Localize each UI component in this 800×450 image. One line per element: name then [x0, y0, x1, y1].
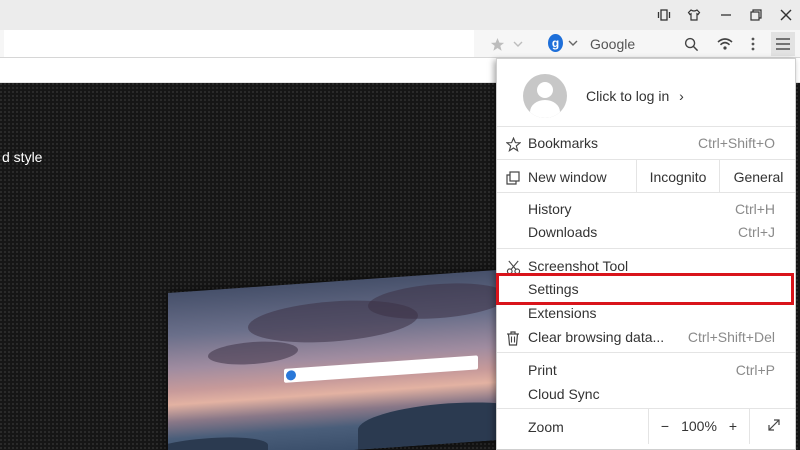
menu-item-label: Downloads	[528, 224, 598, 240]
incognito-button[interactable]: Incognito	[636, 160, 719, 193]
search-engine-logo: g	[548, 34, 563, 52]
menu-item-label: New window	[528, 169, 607, 185]
zoom-out-button[interactable]: −	[648, 408, 681, 444]
login-row[interactable]: Click to log in ›	[497, 59, 795, 127]
close-button[interactable]	[774, 4, 798, 26]
cloud-shape	[208, 338, 298, 368]
chevron-right-icon: ›	[679, 88, 684, 104]
zoom-level: 100%	[681, 418, 717, 434]
menu-hamburger-icon[interactable]	[771, 32, 795, 56]
window-row: New window Incognito General	[497, 160, 795, 193]
restore-button[interactable]	[744, 4, 768, 26]
fullscreen-button[interactable]	[749, 408, 797, 444]
new-window-icon	[504, 169, 522, 187]
zoom-label-row: Zoom	[497, 416, 647, 439]
menu-item-downloads[interactable]: Downloads Ctrl+J	[497, 221, 795, 244]
hill-shape	[168, 434, 268, 450]
chevron-down-icon[interactable]	[508, 34, 528, 54]
menu-divider	[497, 248, 795, 249]
menu-item-shortcut: Ctrl+H	[734, 201, 775, 217]
menu-item-extensions[interactable]: Extensions	[497, 302, 795, 325]
menu-item-label: Print	[528, 362, 557, 378]
wifi-icon[interactable]	[715, 34, 735, 54]
menu-item-label: Clear browsing data...	[528, 329, 665, 345]
preview-search-logo	[286, 370, 296, 381]
menu-item-clear-browsing-data[interactable]: Clear browsing data... Ctrl+Shift+Del	[497, 326, 795, 349]
login-label: Click to log in	[586, 88, 670, 104]
preview-search-box	[284, 355, 478, 383]
address-bar: g	[0, 30, 800, 58]
zoom-in-button[interactable]: +	[717, 408, 749, 444]
mobile-sync-icon[interactable]	[652, 4, 676, 26]
browser-preview-image	[168, 269, 508, 450]
search-icon[interactable]	[681, 34, 701, 54]
bookmark-star-icon[interactable]	[487, 34, 507, 54]
menu-item-bookmarks[interactable]: Bookmarks Ctrl+Shift+O	[497, 132, 795, 155]
search-engine-selector[interactable]: g	[548, 32, 578, 54]
menu-item-new-window[interactable]: New window	[497, 166, 637, 189]
login-link[interactable]: Click to log in ›	[586, 88, 684, 104]
menu-item-shortcut: Ctrl+P	[735, 362, 775, 378]
menu-item-label: Bookmarks	[528, 135, 599, 151]
search-input[interactable]	[590, 34, 680, 54]
minimize-button[interactable]	[714, 4, 738, 26]
title-bar	[0, 0, 800, 30]
menu-item-history[interactable]: History Ctrl+H	[497, 198, 795, 221]
skin-shirt-icon[interactable]	[682, 4, 706, 26]
main-menu: Click to log in › Bookmarks Ctrl+Shift+O…	[496, 58, 796, 450]
zoom-label: Zoom	[528, 419, 564, 435]
hill-shape	[358, 397, 508, 450]
more-options-icon[interactable]	[743, 34, 763, 54]
avatar	[523, 74, 567, 118]
menu-item-label: Cloud Sync	[528, 386, 600, 402]
chevron-down-icon	[568, 34, 578, 52]
menu-item-label: Screenshot Tool	[528, 258, 629, 274]
zoom-row: Zoom − 100% +	[497, 408, 795, 444]
fullscreen-icon	[767, 418, 781, 435]
settings-highlight-box	[496, 273, 794, 305]
menu-divider	[497, 352, 795, 353]
url-input[interactable]	[4, 30, 474, 57]
menu-item-shortcut: Ctrl+Shift+O	[697, 135, 775, 151]
menu-item-print[interactable]: Print Ctrl+P	[497, 359, 795, 382]
star-outline-icon	[504, 135, 522, 153]
menu-item-shortcut: Ctrl+Shift+Del	[687, 329, 775, 345]
menu-item-label: History	[528, 201, 572, 217]
cloud-shape	[368, 279, 508, 324]
hero-text: d style	[2, 149, 43, 165]
menu-item-shortcut: Ctrl+J	[738, 224, 775, 240]
trash-icon	[504, 329, 522, 347]
general-button[interactable]: General	[719, 160, 797, 193]
menu-item-label: Extensions	[528, 305, 597, 321]
menu-item-cloud-sync[interactable]: Cloud Sync	[497, 383, 795, 406]
